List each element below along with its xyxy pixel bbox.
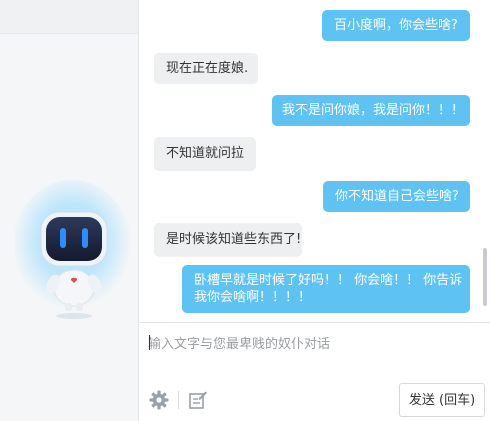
edit-icon[interactable] <box>187 389 209 411</box>
assistant-panel <box>0 0 139 421</box>
user-message-line: 卧槽早就是时候了好吗！！ 你会啥！！ 你告诉 <box>194 273 463 288</box>
user-message: 我不是问你娘，我是问你！！！ <box>272 95 470 126</box>
user-message: 卧槽早就是时候了好吗！！ 你会啥！！ 你告诉 我你会啥啊！！！！ <box>182 265 470 313</box>
bot-message: 不知道就问拉 <box>154 137 256 171</box>
gear-icon[interactable] <box>148 389 170 411</box>
text-caret <box>149 335 150 350</box>
send-button[interactable]: 发送 (回车) <box>399 383 485 417</box>
bot-message: 是时候该知道些东西了! <box>154 223 302 257</box>
message-input[interactable] <box>148 333 478 377</box>
user-message-line: 我你会啥啊！！！！ <box>194 290 312 305</box>
chat-scrollbar[interactable] <box>483 248 487 306</box>
composer: 发送 (回车) <box>140 322 490 421</box>
left-header-strip <box>0 0 138 34</box>
toolbar-divider <box>178 391 179 409</box>
bot-message: 现在正在度娘. <box>154 53 258 84</box>
user-message: 百小度啊，你会些啥? <box>322 10 470 41</box>
robot-illustration <box>12 180 132 319</box>
user-message: 你不知道自己会些啥? <box>323 181 470 212</box>
chat-message-list[interactable]: 百小度啊，你会些啥? 现在正在度娘. 我不是问你娘，我是问你！！！ 不知道就问拉… <box>140 0 490 322</box>
robot-avatar[interactable] <box>12 170 133 340</box>
